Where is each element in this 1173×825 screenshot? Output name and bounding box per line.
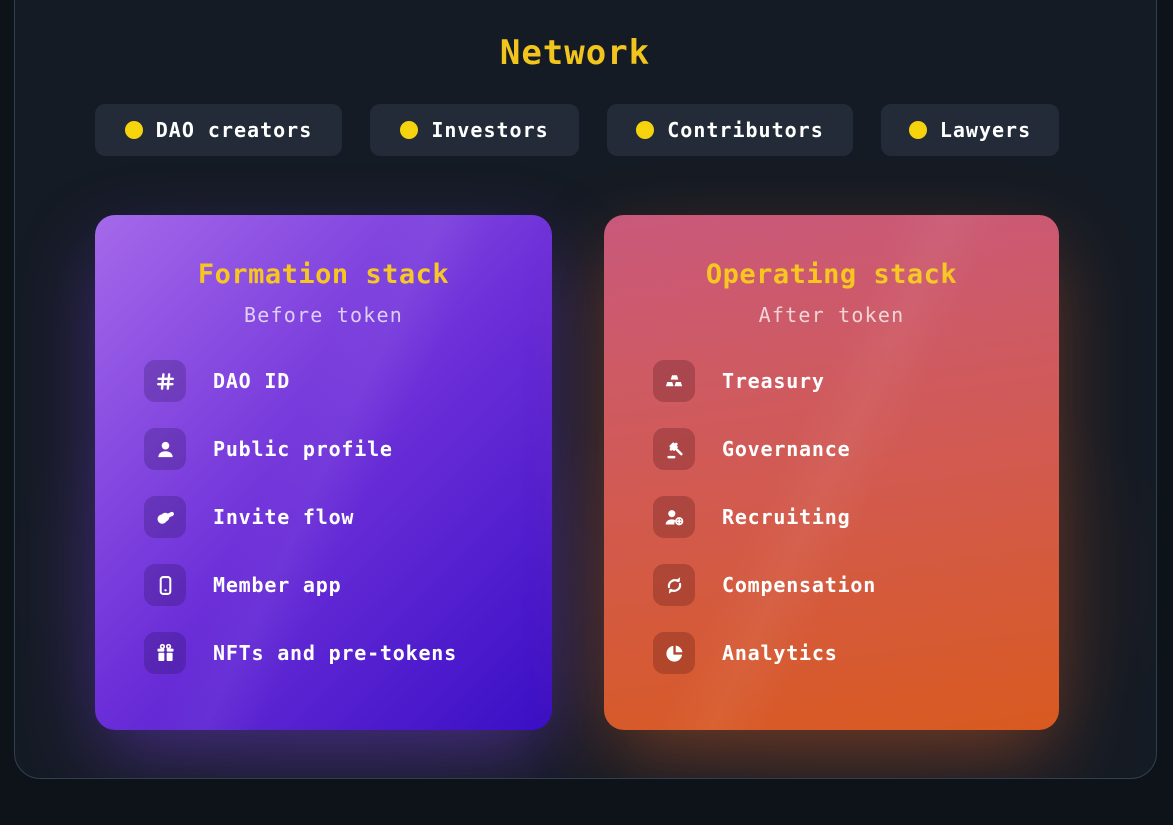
card-item-label: DAO ID [213,369,291,393]
audience-pill-row: DAO creators Investors Contributors Lawyers [95,104,1059,156]
card-item: DAO ID [144,360,552,402]
gold-bars-icon [653,360,695,402]
formation-stack-card: Formation stack Before token DAO ID Publi… [95,215,552,730]
page-title: Network [499,33,651,73]
card-item-label: Member app [213,573,342,597]
audience-pill-dao-creators[interactable]: DAO creators [95,104,342,156]
person-icon [144,428,186,470]
audience-pill-lawyers[interactable]: Lawyers [881,104,1059,156]
card-item-label: Governance [722,437,851,461]
card-subtitle: Before token [244,303,403,327]
gavel-icon [653,428,695,470]
cycle-arrows-icon [653,564,695,606]
status-dot-icon [400,121,419,139]
card-item-list: DAO ID Public profile Invite flow Member ap… [95,360,552,674]
card-item: Invite flow [144,496,552,538]
pie-chart-icon [653,632,695,674]
pill-label: Contributors [667,118,824,142]
card-item: Compensation [653,564,1059,606]
hash-icon [144,360,186,402]
card-item-label: NFTs and pre-tokens [213,641,457,665]
pill-label: DAO creators [155,118,313,142]
operating-stack-card: Operating stack After token Treasury Gove… [604,215,1059,730]
card-item: Public profile [144,428,552,470]
card-item-label: Public profile [213,437,393,461]
card-item: Governance [653,428,1059,470]
card-item-label: Compensation [722,573,877,597]
card-item: Analytics [653,632,1059,674]
status-dot-icon [908,121,927,139]
status-dot-icon [124,121,143,139]
status-dot-icon [636,121,655,139]
audience-pill-investors[interactable]: Investors [370,104,579,156]
card-item: Member app [144,564,552,606]
card-item: Recruiting [653,496,1059,538]
card-item-list: Treasury Governance Recruiting Compensation… [604,360,1059,674]
page-background: Network DAO creators Investors Contributor… [0,0,1173,825]
card-item-label: Recruiting [722,505,851,529]
card-item: Treasury [653,360,1059,402]
smartphone-icon [144,564,186,606]
pill-label: Investors [431,118,549,142]
handshake-icon [144,496,186,538]
pill-label: Lawyers [939,118,1032,142]
card-item: NFTs and pre-tokens [144,632,552,674]
person-add-icon [653,496,695,538]
card-item-label: Treasury [722,369,825,393]
gift-icon [144,632,186,674]
card-subtitle: After token [758,303,905,327]
audience-pill-contributors[interactable]: Contributors [607,104,853,156]
card-item-label: Analytics [722,641,838,665]
main-panel: Network DAO creators Investors Contributor… [14,0,1157,779]
cards-row: Formation stack Before token DAO ID Publi… [95,215,1059,730]
card-item-label: Invite flow [213,505,355,529]
card-title: Formation stack [197,259,450,290]
card-title: Operating stack [705,259,958,290]
